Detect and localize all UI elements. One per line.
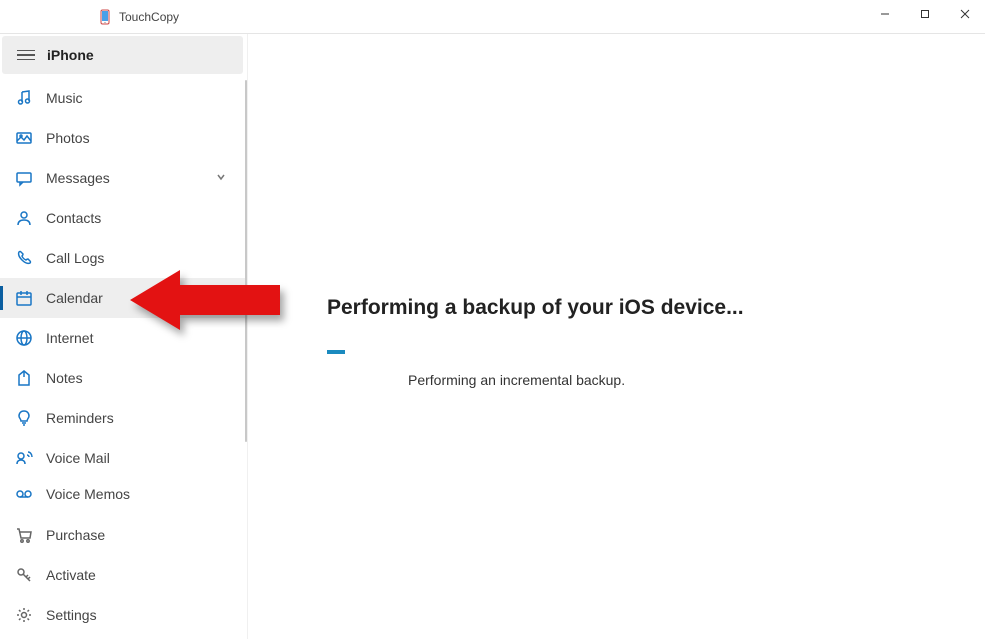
- nav-label: Messages: [46, 170, 110, 186]
- key-icon: [15, 566, 33, 584]
- progress-bar: [327, 350, 345, 354]
- globe-icon: [15, 329, 33, 347]
- sidebar-item-internet[interactable]: Internet: [0, 318, 247, 358]
- contacts-icon: [15, 209, 33, 227]
- status-subtext: Performing an incremental backup.: [408, 372, 625, 388]
- nav-label: Photos: [46, 130, 90, 146]
- voicemail-person-icon: [15, 449, 33, 467]
- main-content: Performing a backup of your iOS device..…: [248, 34, 985, 639]
- sidebar-item-music[interactable]: Music: [0, 78, 247, 118]
- nav-label: Contacts: [46, 210, 101, 226]
- nav-label: Voice Memos: [46, 486, 130, 502]
- cart-icon: [15, 526, 33, 544]
- sidebar-item-activate[interactable]: Activate: [0, 555, 247, 595]
- sidebar-item-messages[interactable]: Messages: [0, 158, 247, 198]
- window-controls: [865, 0, 985, 28]
- sidebar-item-call-logs[interactable]: Call Logs: [0, 238, 247, 278]
- nav-label: Calendar: [46, 290, 103, 306]
- hamburger-icon: [17, 50, 35, 61]
- nav-label: Voice Mail: [46, 450, 110, 466]
- nav-label: Purchase: [46, 527, 105, 543]
- nav-label: Reminders: [46, 410, 114, 426]
- app-icon: [97, 9, 113, 25]
- nav-label: Notes: [46, 370, 83, 386]
- nav-label: Call Logs: [46, 250, 104, 266]
- progress-track: [327, 350, 707, 354]
- nav-label: Internet: [46, 330, 93, 346]
- sidebar-item-voice-memos[interactable]: Voice Memos: [0, 478, 247, 508]
- photos-icon: [15, 129, 33, 147]
- calendar-icon: [15, 289, 33, 307]
- device-name: iPhone: [47, 47, 94, 63]
- chevron-down-icon: [215, 170, 227, 186]
- voicememo-icon: [15, 485, 33, 503]
- close-button[interactable]: [945, 0, 985, 28]
- nav-label: Music: [46, 90, 83, 106]
- sidebar-item-contacts[interactable]: Contacts: [0, 198, 247, 238]
- sidebar-item-notes[interactable]: Notes: [0, 358, 247, 398]
- titlebar: TouchCopy: [0, 0, 985, 34]
- sidebar-item-voice-mail[interactable]: Voice Mail: [0, 438, 247, 478]
- maximize-button[interactable]: [905, 0, 945, 28]
- sidebar-item-calendar[interactable]: Calendar: [0, 278, 247, 318]
- messages-icon: [15, 169, 33, 187]
- sidebar: iPhone Music Photos: [0, 34, 248, 639]
- status-heading: Performing a backup of your iOS device..…: [327, 296, 744, 320]
- device-header[interactable]: iPhone: [2, 36, 243, 74]
- nav-scroll: Music Photos Messages: [0, 78, 247, 508]
- sidebar-bottom: Purchase Activate Settings: [0, 508, 247, 639]
- nav-label: Activate: [46, 567, 96, 583]
- sidebar-item-photos[interactable]: Photos: [0, 118, 247, 158]
- music-icon: [15, 89, 33, 107]
- nav-label: Settings: [46, 607, 97, 623]
- gear-icon: [15, 606, 33, 624]
- lightbulb-icon: [15, 409, 33, 427]
- notes-icon: [15, 369, 33, 387]
- app-title: TouchCopy: [119, 10, 179, 24]
- sidebar-item-settings[interactable]: Settings: [0, 595, 247, 635]
- sidebar-item-reminders[interactable]: Reminders: [0, 398, 247, 438]
- minimize-button[interactable]: [865, 0, 905, 28]
- phone-icon: [15, 249, 33, 267]
- sidebar-item-purchase[interactable]: Purchase: [0, 515, 247, 555]
